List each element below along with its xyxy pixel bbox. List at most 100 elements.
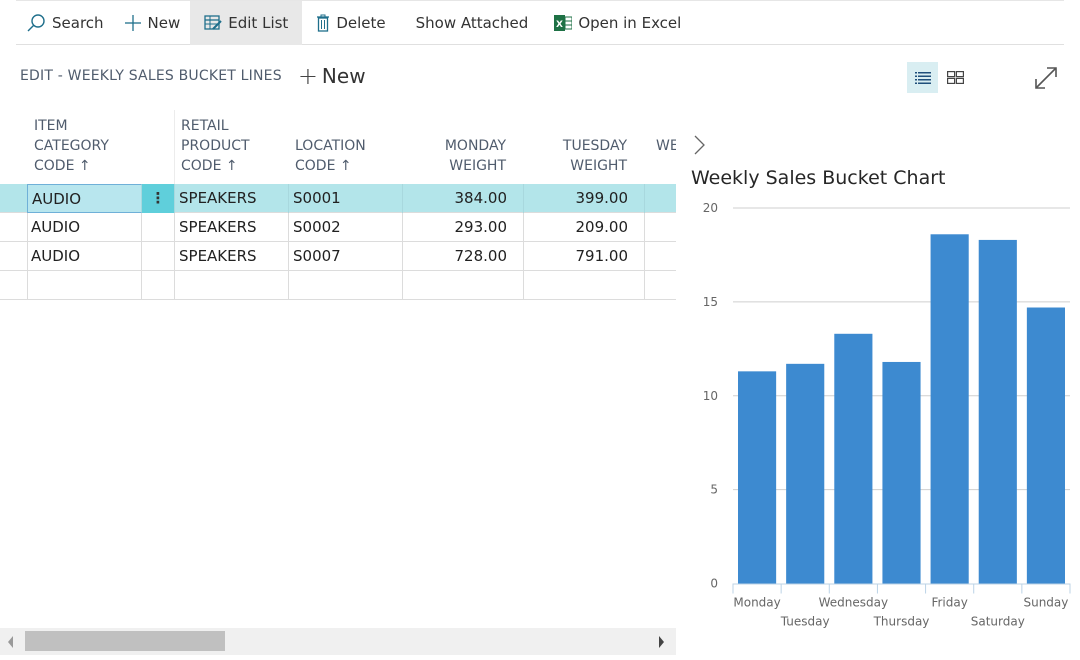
edit-list-icon xyxy=(204,14,222,31)
page-new-label: New xyxy=(321,64,366,88)
scroll-right-arrow-icon[interactable] xyxy=(659,636,664,648)
tuesday-weight-cell[interactable]: 399.00 xyxy=(524,184,645,213)
row-menu-cell[interactable] xyxy=(142,213,175,242)
bar-sunday xyxy=(1026,307,1065,584)
row-indicator[interactable] xyxy=(0,213,28,242)
location-cell[interactable]: S0001 xyxy=(289,184,403,213)
wednesday-weight-cell[interactable] xyxy=(645,242,676,271)
page-header: EDIT - WEEKLY SALES BUCKET LINES + New xyxy=(20,62,366,90)
new-label: New xyxy=(147,13,181,32)
table-row-empty[interactable] xyxy=(0,271,676,300)
plus-icon xyxy=(124,14,142,32)
table-row[interactable]: AUDIO SPEAKERS S0002 293.00 209.00 xyxy=(0,213,676,242)
tile-view-button[interactable] xyxy=(940,62,971,93)
retail-product-cell[interactable]: SPEAKERS xyxy=(175,242,289,271)
header-line: RETAIL xyxy=(181,118,229,134)
bar-thursday xyxy=(882,361,921,584)
header-line: WE xyxy=(656,138,676,154)
action-bar: Search New Edit List Delete Show Attache… xyxy=(16,0,1064,45)
wednesday-weight-cell[interactable] xyxy=(645,271,676,300)
edit-list-button[interactable]: Edit List xyxy=(190,0,303,45)
table-row[interactable]: AUDIO ⋮ SPEAKERS S0001 384.00 399.00 xyxy=(0,184,676,213)
retail-product-cell[interactable]: SPEAKERS xyxy=(175,184,289,213)
lines-grid: ITEM CATEGORY CODE ↑ RETAIL PRODUCT CODE… xyxy=(0,110,676,302)
weekly-sales-bar-chart: 0 5 10 15 20 MondayTuesday Wednesday ThursdayFr… xyxy=(703,201,1071,629)
location-cell[interactable]: S0002 xyxy=(289,213,403,242)
search-label: Search xyxy=(52,13,104,32)
chart-title: Weekly Sales Bucket Chart xyxy=(691,167,946,189)
bar-tuesday xyxy=(786,363,825,584)
location-cell[interactable] xyxy=(289,271,403,300)
excel-icon: X xyxy=(554,14,573,32)
row-menu-cell[interactable] xyxy=(142,271,175,300)
show-attached-button[interactable]: Show Attached xyxy=(400,1,545,45)
retail-product-cell[interactable]: SPEAKERS xyxy=(175,213,289,242)
row-indicator[interactable] xyxy=(0,271,28,300)
x-tick-label: Sunday xyxy=(1023,596,1068,610)
y-tick-label: 0 xyxy=(710,577,718,591)
x-tick-label: Friday xyxy=(931,596,967,610)
header-line: WEIGHT xyxy=(449,158,506,174)
search-button[interactable]: Search xyxy=(16,1,114,45)
y-tick-label: 10 xyxy=(703,389,718,403)
x-tick-label: Saturday xyxy=(971,615,1025,629)
row-menu-button[interactable]: ⋮ xyxy=(142,184,175,213)
monday-weight-cell[interactable] xyxy=(403,271,524,300)
header-line: PRODUCT xyxy=(181,138,250,154)
trash-icon xyxy=(316,14,330,32)
show-attached-label: Show Attached xyxy=(415,13,529,32)
expand-button[interactable] xyxy=(1030,62,1062,94)
factbox-collapse-button[interactable] xyxy=(692,134,708,156)
list-view-button[interactable] xyxy=(907,62,938,93)
bar-wednesday xyxy=(834,333,873,584)
row-indicator[interactable] xyxy=(0,184,28,213)
x-tick-label: Monday xyxy=(733,596,780,610)
horizontal-scrollbar[interactable] xyxy=(0,628,676,655)
expand-icon xyxy=(1035,67,1057,89)
chevron-right-icon xyxy=(694,135,705,155)
tuesday-weight-cell[interactable] xyxy=(524,271,645,300)
scroll-left-arrow-icon[interactable] xyxy=(8,636,13,648)
wednesday-weight-cell[interactable] xyxy=(645,213,676,242)
bar-monday xyxy=(738,371,777,584)
item-category-cell[interactable]: AUDIO xyxy=(27,242,142,271)
row-menu-cell[interactable] xyxy=(142,242,175,271)
header-line: CODE ↑ xyxy=(295,158,352,174)
x-tick-label: Tuesday xyxy=(780,615,830,629)
monday-weight-cell[interactable]: 728.00 xyxy=(403,242,524,271)
delete-button[interactable]: Delete xyxy=(302,1,399,45)
monday-weight-cell[interactable]: 384.00 xyxy=(403,184,524,213)
item-category-cell[interactable] xyxy=(27,271,142,300)
scrollbar-thumb[interactable] xyxy=(25,631,225,651)
location-cell[interactable]: S0007 xyxy=(289,242,403,271)
retail-product-cell[interactable] xyxy=(175,271,289,300)
wednesday-weight-cell[interactable] xyxy=(645,184,676,213)
edit-list-label: Edit List xyxy=(228,13,289,32)
row-indicator[interactable] xyxy=(0,242,28,271)
svg-text:X: X xyxy=(556,20,563,30)
header-line: CODE ↑ xyxy=(34,158,91,174)
header-line: CATEGORY xyxy=(34,138,109,154)
new-button[interactable]: New xyxy=(114,1,191,45)
item-category-cell[interactable]: AUDIO xyxy=(27,184,142,213)
tuesday-weight-cell[interactable]: 791.00 xyxy=(524,242,645,271)
header-line: LOCATION xyxy=(295,138,366,154)
tuesday-weight-cell[interactable]: 209.00 xyxy=(524,213,645,242)
item-category-cell[interactable]: AUDIO xyxy=(27,213,142,242)
y-tick-label: 20 xyxy=(703,201,718,215)
x-tick-label: Thursday xyxy=(873,615,930,629)
header-line: MONDAY xyxy=(444,138,506,154)
header-line: ITEM xyxy=(34,118,68,134)
search-icon xyxy=(26,13,46,33)
column-header-retail-product-code[interactable]: RETAIL PRODUCT CODE ↑ xyxy=(181,116,286,190)
column-header-item-category-code[interactable]: ITEM CATEGORY CODE ↑ xyxy=(34,116,144,190)
header-line: CODE ↑ xyxy=(181,158,238,174)
monday-weight-cell[interactable]: 293.00 xyxy=(403,213,524,242)
bar-friday xyxy=(930,234,969,584)
open-in-excel-button[interactable]: X Open in Excel xyxy=(544,1,691,45)
plus-icon: + xyxy=(297,62,318,90)
page-new-button[interactable]: + New xyxy=(298,62,366,90)
table-row[interactable]: AUDIO SPEAKERS S0007 728.00 791.00 xyxy=(0,242,676,271)
y-tick-label: 5 xyxy=(710,483,718,497)
tile-view-icon xyxy=(947,71,964,84)
